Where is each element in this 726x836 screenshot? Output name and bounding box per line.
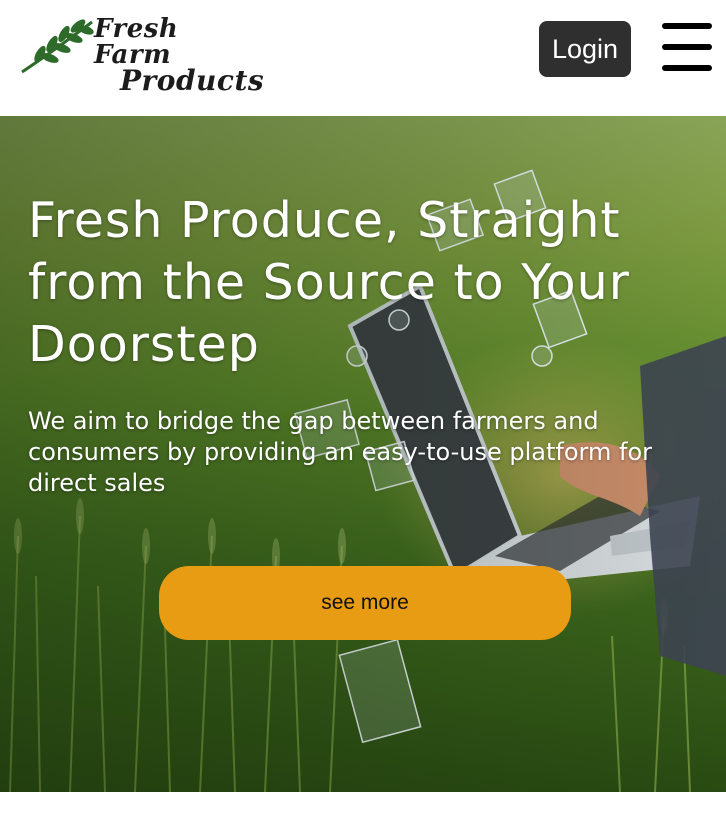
see-more-button[interactable]: see more (159, 566, 571, 640)
brand-name-line1: Fresh Farm (94, 14, 179, 70)
hamburger-menu-icon[interactable] (662, 23, 712, 71)
hero-description: We aim to bridge the gap between farmers… (28, 407, 652, 497)
menu-bar-bottom (662, 65, 712, 71)
login-button[interactable]: Login (539, 21, 631, 77)
menu-bar-middle (662, 44, 712, 50)
menu-bar-top (662, 23, 712, 29)
hero-title: Fresh Produce, Straight from the Source … (28, 192, 630, 373)
brand-logo[interactable]: Fresh Farm Products (20, 10, 264, 95)
brand-name: Fresh Farm Products (94, 14, 265, 97)
hero-banner: Fresh Produce, Straight from the Source … (0, 116, 726, 792)
site-header: Fresh Farm Products Login (0, 0, 726, 116)
brand-name-line2: Products (120, 64, 265, 97)
wheat-leaf-icon (21, 19, 94, 74)
